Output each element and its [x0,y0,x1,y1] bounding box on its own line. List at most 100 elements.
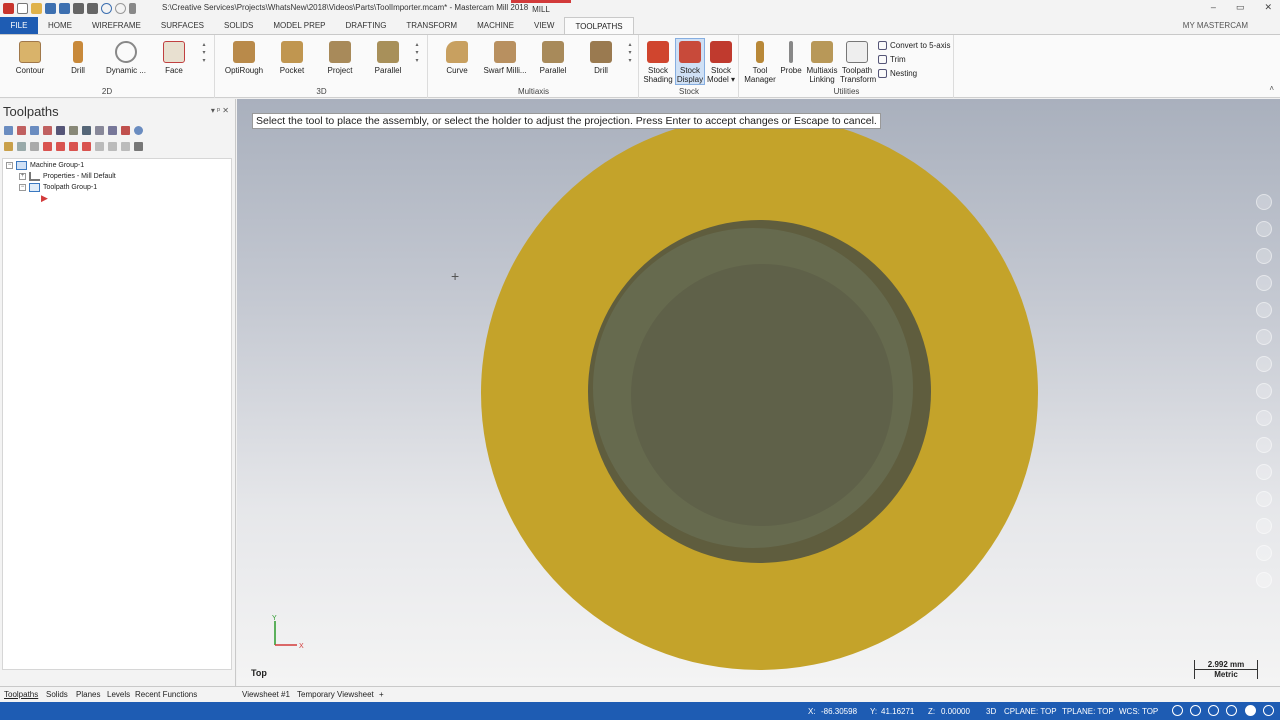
insert-arrow-icon[interactable] [69,142,78,151]
tplane-selector[interactable]: TPLANE: TOP [1062,707,1114,716]
wcs-selector[interactable]: WCS: TOP [1119,707,1158,716]
add-viewsheet-button[interactable]: + [379,690,384,699]
zoom-in-icon[interactable] [1256,194,1272,210]
gallery-scroll-3d[interactable]: ▴ ▾ ▾ [413,41,421,65]
move-down-icon[interactable] [43,142,52,151]
tab-toolpaths[interactable]: TOOLPATHS [564,17,634,34]
tab-transform[interactable]: TRANSFORM [396,17,467,34]
mode-toggle[interactable]: 3D [986,707,996,716]
tab-solids[interactable]: SOLIDS [214,17,263,34]
verify-icon[interactable] [69,126,78,135]
cplane-selector[interactable]: CPLANE: TOP [1004,707,1057,716]
collapse-ribbon-icon[interactable]: ˄ [1269,84,1274,93]
stock-shading-button[interactable]: Stock Shading [642,39,674,84]
collapse-icon[interactable]: − [19,184,26,191]
project-button[interactable]: Project [316,39,364,75]
tab-temporary-viewsheet[interactable]: Temporary Viewsheet [297,690,374,699]
tab-file[interactable]: FILE [0,17,38,34]
collapse-icon[interactable] [121,142,130,151]
tab-solids-manager[interactable]: Solids [46,690,68,699]
contour-button[interactable]: Contour [6,39,54,75]
gallery-scroll-multiaxis[interactable]: ▴ ▾ ▾ [626,41,634,65]
graphics-view-icon[interactable] [1208,705,1219,716]
backplot-icon[interactable] [56,126,65,135]
fit-icon[interactable] [1256,275,1272,291]
isometric-icon[interactable] [1256,302,1272,318]
undo-icon[interactable] [101,3,112,14]
redo-icon[interactable] [115,3,126,14]
toolpath-transform-button[interactable]: Toolpath Transform [840,39,876,84]
x-coordinate[interactable]: -86.30598 [821,707,857,716]
swarf-button[interactable]: Swarf Milli... [481,39,529,75]
right-view-icon[interactable] [1256,383,1272,399]
tab-surfaces[interactable]: SURFACES [151,17,214,34]
dynamic-button[interactable]: Dynamic ... [102,39,150,75]
drill-multiaxis-button[interactable]: Drill [577,39,625,75]
pan-icon[interactable] [1256,221,1272,237]
options-icon[interactable] [134,142,143,151]
lock-icon[interactable] [4,142,13,151]
simulate-icon[interactable] [82,126,91,135]
tab-home[interactable]: HOME [38,17,82,34]
shading-icon[interactable] [1256,410,1272,426]
close-button[interactable]: ✕ [1264,2,1272,13]
open-file-icon[interactable] [31,3,42,14]
convert-to-5-axis-button[interactable]: Convert to 5-axis [878,41,950,50]
translucency-icon[interactable] [1263,705,1274,716]
my-mastercam-link[interactable]: MY MASTERCAM [1183,21,1248,30]
tab-levels-manager[interactable]: Levels [107,690,130,699]
stock-display-button[interactable]: Stock Display [675,38,705,85]
customize-qat-icon[interactable] [129,3,136,14]
z-coordinate[interactable]: 0.00000 [941,707,970,716]
save-icon[interactable] [45,3,56,14]
shaded-solid-icon[interactable] [1245,705,1256,716]
collapse-icon[interactable]: − [6,162,13,169]
tab-planes-manager[interactable]: Planes [76,690,100,699]
optirough-button[interactable]: OptiRough [220,39,268,75]
post-icon[interactable] [95,126,104,135]
tab-model-prep[interactable]: MODEL PREP [263,17,335,34]
top-view-icon[interactable] [1256,329,1272,345]
section-view-icon[interactable] [1256,464,1272,480]
restore-button[interactable]: ▭ [1236,2,1245,13]
select-all-icon[interactable] [4,126,13,135]
tree-item-toolpath-group[interactable]: − Toolpath Group-1 [19,183,97,192]
toggle-display-icon[interactable] [17,142,26,151]
help-icon[interactable] [134,126,143,135]
drill-2d-button[interactable]: Drill [54,39,102,75]
expand-icon[interactable] [108,142,117,151]
tab-machine[interactable]: MACHINE [467,17,524,34]
clear-colors-icon[interactable] [1256,491,1272,507]
graphics-viewport[interactable]: Select the tool to place the assembly, o… [237,99,1280,686]
stock-model-button[interactable]: Stock Model ▾ [705,39,737,84]
panel-controls[interactable]: ▾ ᵖ ✕ [211,106,229,115]
y-coordinate[interactable]: 41.16271 [881,707,914,716]
face-button[interactable]: Face [150,39,198,75]
highfeed-icon[interactable] [121,126,130,135]
print-preview-icon[interactable] [87,3,98,14]
nesting-button[interactable]: Nesting [878,69,917,78]
deselect-icon[interactable] [17,126,26,135]
curve-button[interactable]: Curve [433,39,481,75]
settings-icon[interactable] [1256,518,1272,534]
regenerate-selected-icon[interactable] [30,126,39,135]
tab-toolpaths-manager[interactable]: Toolpaths [4,690,38,699]
hide-icon[interactable] [1256,572,1272,588]
gcode-icon[interactable] [108,126,117,135]
gallery-scroll-2d[interactable]: ▴ ▾ ▾ [200,41,208,65]
globe-icon[interactable] [1172,705,1183,716]
regenerate-dirty-icon[interactable] [43,126,52,135]
tree-item-properties[interactable]: + Properties - Mill Default [19,172,116,181]
parallel-3d-button[interactable]: Parallel [364,39,412,75]
save-as-icon[interactable] [59,3,70,14]
wireframe-icon[interactable] [1256,437,1272,453]
tab-viewsheet-1[interactable]: Viewsheet #1 [242,690,290,699]
tree-item-machine-group[interactable]: − Machine Group-1 [6,161,84,170]
delete-icon[interactable] [1256,545,1272,561]
print-icon[interactable] [73,3,84,14]
pocket-button[interactable]: Pocket [268,39,316,75]
tab-wireframe[interactable]: WIREFRAME [82,17,151,34]
tab-drafting[interactable]: DRAFTING [336,17,397,34]
shaded-mode-icon[interactable] [1226,705,1237,716]
scroll-to-insert-icon[interactable] [82,142,91,151]
